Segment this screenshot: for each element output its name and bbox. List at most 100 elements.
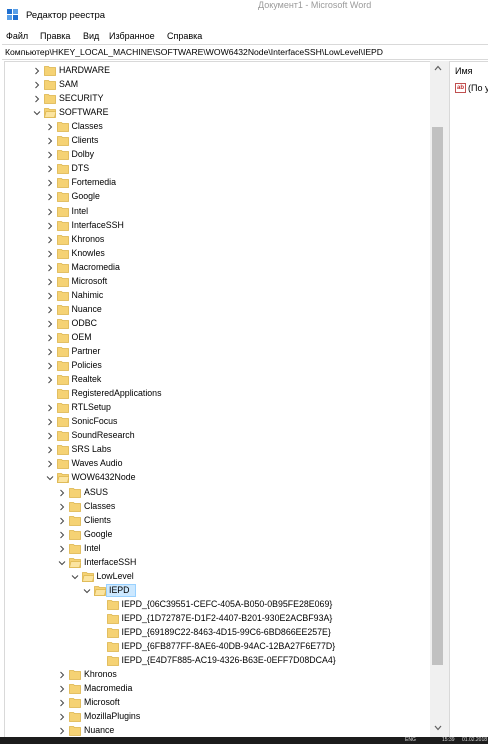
tree-item[interactable]: Clients [5,134,435,148]
tree-item[interactable]: Microsoft [5,275,435,289]
tree-item-label[interactable]: RegisteredApplications [72,388,162,398]
tree-item-label[interactable]: IEPD_{E4D7F885-AC19-4326-B63E-0EFF7D08DC… [122,655,336,665]
chevron-right-icon[interactable] [46,278,54,286]
chevron-right-icon[interactable] [46,137,54,145]
chevron-right-icon[interactable] [46,460,54,468]
tree-item-label[interactable]: Nuance [84,725,114,735]
tree-item-label[interactable]: Partner [72,346,101,356]
tree-item-label[interactable]: Nuance [72,304,102,314]
tree-item-label[interactable]: Nahimic [72,290,104,300]
tree-item[interactable]: Khronos [5,668,435,682]
tree-item[interactable]: Partner [5,345,435,359]
tree-item[interactable]: IEPD [5,583,435,598]
chevron-right-icon[interactable] [46,362,54,370]
tree-item[interactable]: WOW6432Node [5,471,435,485]
scrollbar-thumb[interactable] [432,127,443,665]
value-name-default[interactable]: (По у [468,83,488,93]
chevron-down-icon[interactable] [58,559,66,567]
chevron-right-icon[interactable] [46,165,54,173]
tree-item-label[interactable]: Clients [72,135,99,145]
chevron-right-icon[interactable] [46,264,54,272]
tree-item[interactable]: RTLSetup [5,401,435,415]
tree-item[interactable]: ASUS [5,486,435,500]
tree-item-label[interactable]: Microsoft [84,697,120,707]
chevron-right-icon[interactable] [46,179,54,187]
tree-item[interactable]: Knowles [5,247,435,261]
tree-item[interactable]: SOFTWARE [5,106,435,120]
tree-item[interactable]: Waves Audio [5,457,435,471]
tree-item[interactable]: IEPD_{6FB877FF-8AE6-40DB-94AC-12BA27F6E7… [5,640,435,654]
tree-item-label[interactable]: Google [72,191,100,201]
tray-time[interactable]: 15:39 [442,737,455,743]
tree-item-label[interactable]: WOW6432Node [72,472,136,482]
tree-item-label[interactable]: IEPD_{06C39551-CEFC-405A-B050-0B95FE28E0… [122,599,333,609]
tree-item-label[interactable]: Classes [84,501,115,511]
tree-item[interactable]: LowLevel [5,570,435,584]
tree-item-label[interactable]: Macromedia [84,683,132,693]
address-bar[interactable]: Компьютер\HKEY_LOCAL_MACHINE\SOFTWARE\WO… [2,44,488,60]
chevron-right-icon[interactable] [58,531,66,539]
tree-item-label[interactable]: OEM [72,332,92,342]
tree-item[interactable]: Macromedia [5,261,435,275]
tree-item-label[interactable]: SoundResearch [72,430,135,440]
tree-item-label[interactable]: SonicFocus [72,416,118,426]
menu-view[interactable]: Вид [83,31,99,41]
chevron-right-icon[interactable] [33,81,41,89]
chevron-right-icon[interactable] [58,685,66,693]
chevron-right-icon[interactable] [46,334,54,342]
tree-item[interactable]: Classes [5,120,435,134]
chevron-right-icon[interactable] [46,432,54,440]
tree-item-label[interactable]: ODBC [72,318,97,328]
tree-item-label[interactable]: IEPD [109,585,130,595]
tree-item-label[interactable]: LowLevel [97,571,134,581]
tree-item-label[interactable]: MozillaPlugins [84,711,140,721]
tree-item-label[interactable]: DTS [72,163,90,173]
tree-item[interactable]: Realtek [5,373,435,387]
scroll-up-arrow-icon[interactable] [434,65,442,71]
chevron-right-icon[interactable] [46,292,54,300]
tree-item[interactable]: Intel [5,205,435,219]
chevron-right-icon[interactable] [46,348,54,356]
tree-item[interactable]: IEPD_{06C39551-CEFC-405A-B050-0B95FE28E0… [5,598,435,612]
chevron-down-icon[interactable] [33,109,41,117]
tree-item[interactable]: IEPD_{1D72787E-D1F2-4407-B201-930E2ACBF9… [5,612,435,626]
tree-item[interactable]: SonicFocus [5,415,435,429]
tree-item[interactable]: InterfaceSSH [5,556,435,570]
address-path[interactable]: Компьютер\HKEY_LOCAL_MACHINE\SOFTWARE\WO… [5,47,383,57]
tree-item[interactable]: SRS Labs [5,443,435,457]
tree-item[interactable]: InterfaceSSH [5,219,435,233]
tree-item-label[interactable]: HARDWARE [59,65,110,75]
tree-item-label[interactable]: Dolby [72,149,95,159]
tree-item[interactable]: Microsoft [5,696,435,710]
tree-item-label[interactable]: Microsoft [72,276,108,286]
key-tree-pane[interactable]: HARDWARE SAM SECURITY SOFTWARE Classes Client… [4,61,446,739]
tree-item-label[interactable]: SOFTWARE [59,107,109,117]
chevron-right-icon[interactable] [46,236,54,244]
tree-item[interactable]: SECURITY [5,92,435,106]
tree-item-label[interactable]: SRS Labs [72,444,112,454]
chevron-down-icon[interactable] [83,587,91,595]
chevron-right-icon[interactable] [58,489,66,497]
tree-item[interactable]: IEPD_{E4D7F885-AC19-4326-B63E-0EFF7D08DC… [5,654,435,668]
menu-favorites[interactable]: Избранное [109,31,155,41]
tree-item-label[interactable]: Intel [84,543,101,553]
chevron-right-icon[interactable] [58,503,66,511]
tree-item-label[interactable]: Macromedia [72,262,120,272]
tree-item-label[interactable]: IEPD_{1D72787E-D1F2-4407-B201-930E2ACBF9… [122,613,333,623]
menu-file[interactable]: Файл [6,31,28,41]
tree-item[interactable]: Google [5,528,435,542]
tree-item[interactable]: SoundResearch [5,429,435,443]
chevron-right-icon[interactable] [58,727,66,735]
tree-item-label[interactable]: Realtek [72,374,102,384]
tree-item[interactable]: IEPD_{69189C22-8463-4D15-99C6-6BD866EE25… [5,626,435,640]
chevron-right-icon[interactable] [58,545,66,553]
tree-item-label[interactable]: Knowles [72,248,105,258]
tree-item-label[interactable]: InterfaceSSH [72,220,124,230]
tree-item[interactable]: SAM [5,78,435,92]
chevron-down-icon[interactable] [71,573,79,581]
scroll-down-arrow-icon[interactable] [434,725,442,731]
tree-item-label[interactable]: IEPD_{69189C22-8463-4D15-99C6-6BD866EE25… [122,627,331,637]
tray-date[interactable]: 01.02.2018 [462,737,487,743]
tree-item-label[interactable]: InterfaceSSH [84,557,136,567]
chevron-right-icon[interactable] [58,699,66,707]
